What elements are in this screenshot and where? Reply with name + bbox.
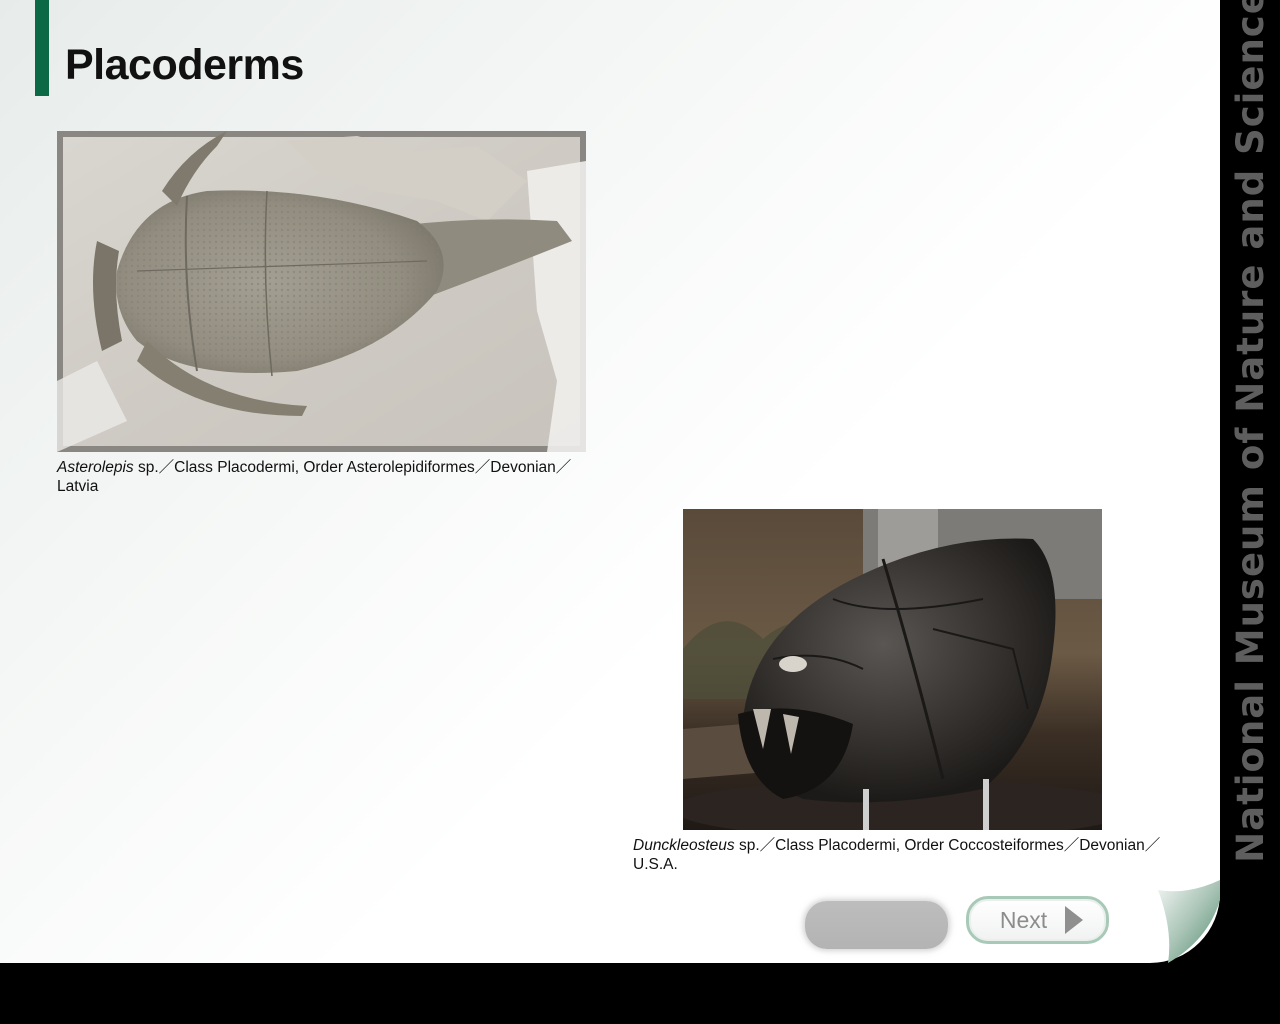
- previous-button[interactable]: [805, 901, 948, 949]
- page-curl-icon: [1158, 880, 1220, 963]
- asterolepis-photo: [57, 131, 586, 452]
- dunckleosteus-genus: Dunckleosteus: [633, 837, 735, 854]
- title-accent-bar: [35, 0, 49, 96]
- museum-name-vertical: National Museum of Nature and Science: [1221, 0, 1279, 862]
- next-button[interactable]: Next: [966, 896, 1109, 944]
- dunckleosteus-caption: Dunckleosteus sp.／Class Placodermi, Orde…: [633, 836, 1193, 874]
- dunckleosteus-photo: [683, 509, 1102, 830]
- content-panel: Placoderms Asterolepis sp.／Class Placode…: [0, 0, 1220, 963]
- museum-name-text: National Museum of Nature and Science: [1228, 0, 1272, 863]
- next-button-label: Next: [999, 906, 1048, 933]
- page-title: Placoderms: [65, 41, 304, 89]
- asterolepis-caption: Asterolepis sp.／Class Placodermi, Order …: [57, 458, 602, 496]
- asterolepis-genus: Asterolepis: [57, 459, 134, 476]
- asterolepis-details: sp.／Class Placodermi, Order Asterolepidi…: [57, 459, 572, 495]
- triangle-right-icon: [1065, 906, 1084, 934]
